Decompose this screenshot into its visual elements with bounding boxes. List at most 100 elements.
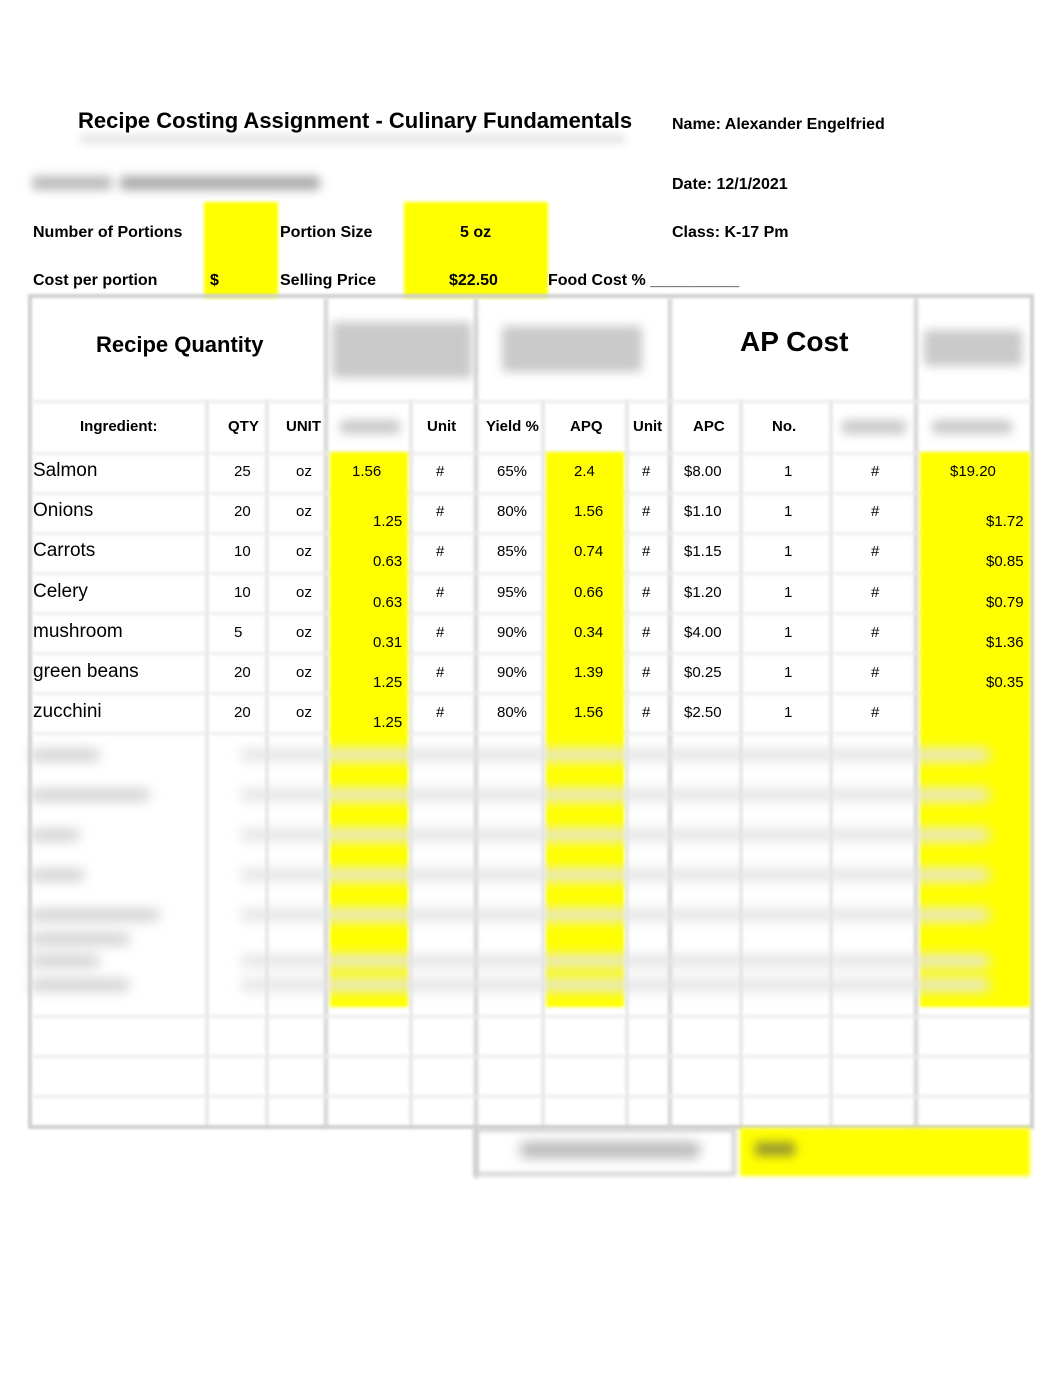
qty-cell: 20 [234,664,251,681]
ingredient-name: Salmon [33,460,98,481]
yield-cell: 95% [497,583,528,601]
apq-unit-cell: # [642,583,651,601]
apc-cell: $4.00 [684,623,722,641]
conv-unit-cell: # [436,463,445,480]
apq-cell: 1.56 [574,503,604,521]
ingredient-name: zucchini [33,701,102,723]
cost-cell: $0.79 [986,593,1024,611]
unit-cell: oz [296,623,312,641]
grid-line [32,492,1032,495]
no-unit-cell: # [871,463,880,480]
conversion-cell: 0.63 [373,593,403,611]
blurred-header [932,420,1012,434]
no-unit-cell: # [871,623,880,641]
conv-unit-cell: # [436,664,445,681]
ingredient-name: Celery [33,580,88,602]
total-recipe-cost-label [520,1142,700,1158]
student-name: Name: Alexander Engelfried [672,116,885,133]
unit-cell: oz [296,583,312,601]
no-unit-cell: # [871,503,880,521]
cost-cell: $19.20 [950,463,996,480]
yield-cell: 90% [497,664,528,681]
apc-cell: $2.50 [684,704,722,722]
apc-cell: $1.10 [684,503,722,521]
yield-cell: 85% [497,543,528,561]
apq-unit-cell: # [642,463,651,480]
apc-cell: $1.15 [684,543,722,561]
grid-line [32,452,1032,455]
cost-cell: $1.36 [986,633,1024,651]
title-shadow [80,134,625,144]
blurred-header [340,420,400,434]
ingredient-name: Onions [33,500,94,522]
no-unit-cell: # [871,583,880,601]
no-cell: 1 [784,583,793,601]
grid-line [32,692,1032,695]
portion-size-field[interactable]: 5 oz [460,224,491,242]
cost-cell: $1.72 [986,513,1024,531]
unit-cell: oz [296,664,312,681]
qty-cell: 10 [234,543,251,561]
grid-line [32,652,1032,655]
conversion-cell: 1.56 [352,463,382,480]
apq-unit-cell: # [642,623,651,641]
apq-cell: 1.39 [574,664,604,681]
unit-cell: oz [296,503,312,521]
grid-line [32,1015,1032,1018]
unit-cell: oz [296,463,312,480]
grid-line [32,1095,1032,1098]
qty-cell: 10 [234,583,251,601]
conv-unit-cell: # [436,623,445,641]
apq-cell: 0.74 [574,543,604,561]
apq-cell: 2.4 [574,463,595,480]
class-name: Class: K-17 Pm [672,224,789,241]
column-header-apq: APQ [570,418,603,435]
ap-cost-header: AP Cost [740,326,849,357]
recipe-quantity-header: Recipe Quantity [96,332,264,357]
number-of-portions-label: Number of Portions [33,224,183,241]
conv-unit-cell: # [436,543,445,561]
total-recipe-cost-value [755,1142,795,1156]
column-header-conv-unit: Unit [427,418,457,435]
apq-unit-cell: # [642,503,651,521]
apq-cell: 1.56 [574,704,604,722]
ingredient-name: mushroom [33,620,123,642]
grid-line [32,400,1032,403]
conv-unit-cell: # [436,704,445,722]
conversion-cell: 0.63 [373,553,403,571]
portion-size-label: Portion Size [280,224,373,241]
apc-cell: $1.20 [684,583,722,601]
no-unit-cell: # [871,664,880,681]
yield-cell: 80% [497,503,528,521]
ingredient-name: Carrots [33,540,96,562]
selling-price-field[interactable]: $22.50 [449,272,498,290]
food-cost-label: Food Cost % __________ [548,272,740,289]
cost-cell: $0.35 [986,674,1024,691]
apq-unit-cell: # [642,664,651,681]
no-cell: 1 [784,704,793,722]
grid-line [32,1055,1032,1058]
no-cell: 1 [784,463,793,480]
apq-unit-cell: # [642,704,651,722]
cost-per-portion-field[interactable]: $ [210,272,219,290]
conversion-cell: 1.25 [373,513,403,531]
cost-per-portion-label: Cost per portion [33,272,158,289]
apc-cell: $0.25 [684,664,722,681]
column-header-qty: QTY [228,418,259,435]
blurred-header [502,326,642,372]
column-header-yield: Yield % [486,418,539,435]
conversion-cell: 1.25 [373,714,403,732]
apq-cell: 0.34 [574,623,604,641]
column-header-unit: UNIT [286,418,321,435]
apq-unit-cell: # [642,543,651,561]
blurred-subtitle [32,176,332,198]
conversion-cell: 0.31 [373,633,403,651]
no-cell: 1 [784,623,793,641]
yield-cell: 80% [497,704,528,722]
qty-cell: 20 [234,704,251,722]
apq-cell: 0.66 [574,583,604,601]
cost-cell: $0.85 [986,553,1024,571]
assignment-date: Date: 12/1/2021 [672,176,788,193]
column-header-apq-unit: Unit [633,418,663,435]
apc-cell: $8.00 [684,463,722,480]
